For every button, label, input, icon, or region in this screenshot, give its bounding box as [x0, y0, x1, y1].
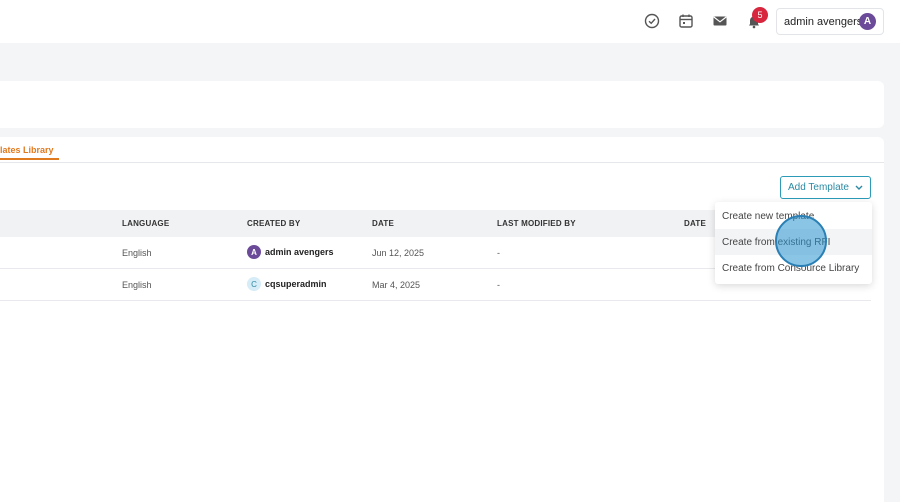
menu-item-create-new-template[interactable]: Create new template	[715, 203, 872, 229]
row-last-modified-by: -	[497, 280, 500, 290]
check-circle-icon[interactable]	[643, 12, 661, 30]
user-avatar: A	[859, 13, 876, 30]
templates-card	[0, 137, 884, 502]
add-template-dropdown: Create new template Create from existing…	[715, 202, 872, 284]
row-language: English	[122, 280, 152, 290]
user-name: admin avengers	[784, 15, 863, 28]
chevron-down-icon	[855, 185, 863, 190]
row-last-modified-by: -	[497, 248, 500, 258]
row-created-by: A admin avengers	[247, 245, 334, 259]
row-created-by: C cqsuperadmin	[247, 277, 327, 291]
avatar: C	[247, 277, 261, 291]
column-header-created-by[interactable]: CREATED BY	[247, 219, 300, 228]
row-date: Jun 12, 2025	[372, 248, 425, 258]
column-header-language[interactable]: LANGUAGE	[122, 219, 169, 228]
row-date: Mar 4, 2025	[372, 280, 421, 290]
add-template-button[interactable]: Add Template	[780, 176, 871, 199]
menu-item-create-from-existing-rfi[interactable]: Create from existing RFI	[715, 229, 872, 255]
header-card	[0, 81, 884, 128]
row-language: English	[122, 248, 152, 258]
add-template-label: Add Template	[788, 182, 849, 193]
active-tab-indicator	[0, 158, 59, 160]
column-header-last-modified-by[interactable]: LAST MODIFIED BY	[497, 219, 576, 228]
created-by-name: admin avengers	[265, 247, 334, 257]
mail-icon[interactable]	[711, 12, 729, 30]
created-by-name: cqsuperadmin	[265, 279, 327, 289]
notification-badge: 5	[752, 7, 768, 23]
column-header-modified-date[interactable]: DATE	[684, 219, 706, 228]
menu-item-create-from-consource-library[interactable]: Create from Consource Library	[715, 255, 872, 281]
calendar-icon[interactable]	[677, 12, 695, 30]
column-header-date[interactable]: DATE	[372, 219, 394, 228]
avatar: A	[247, 245, 261, 259]
top-bar	[0, 0, 900, 43]
tab-divider	[0, 162, 884, 163]
user-menu-button[interactable]: admin avengers A	[776, 8, 884, 35]
